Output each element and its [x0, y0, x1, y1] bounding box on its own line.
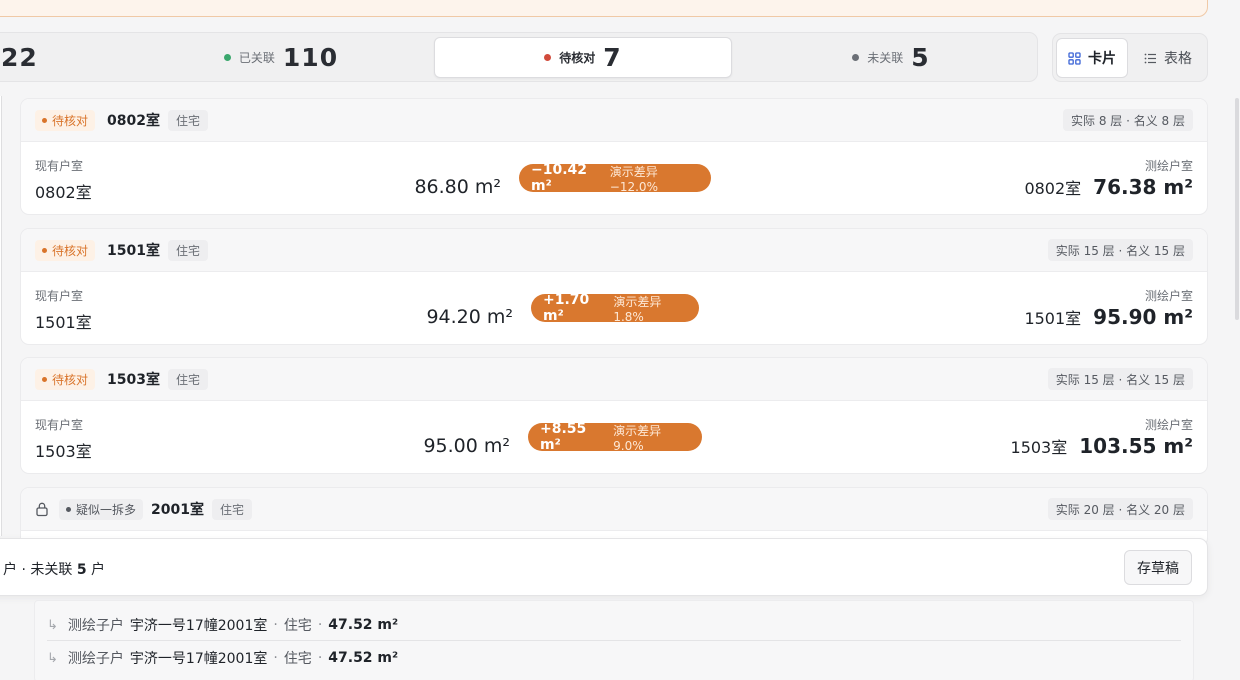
survey-room-value: 0802室 76.38 m²	[1024, 175, 1193, 199]
current-area: 94.20 m²	[426, 306, 513, 328]
survey-room-label: 测绘户室	[1144, 159, 1193, 173]
current-room-name: 0802室	[35, 183, 92, 202]
stat-pending-label: 待核对	[559, 51, 596, 65]
unlinked-dot-icon	[852, 53, 860, 61]
room-card-body: 现有户室 0802室 86.80 m² −10.42 m² 演示差异 −12.0%…	[21, 142, 1207, 214]
stat-pending-count: 7	[603, 43, 622, 72]
stat-pending[interactable]: 待核对 7	[434, 37, 732, 78]
divider	[47, 640, 1181, 641]
floor-badge: 实际 20 层 · 名义 20 层	[1047, 498, 1193, 520]
room-card[interactable]: 待核对 1501室 住宅 实际 15 层 · 名义 15 层 现有户室 1501…	[20, 228, 1208, 345]
room-card[interactable]: 待核对 0802室 住宅 实际 8 层 · 名义 8 层 现有户室 0802室 …	[20, 98, 1208, 215]
unlinked-summary: 户 · 未关联 5 户	[3, 562, 106, 578]
current-area: 95.00 m²	[423, 435, 510, 457]
room-type-tag: 住宅	[167, 109, 208, 131]
grid-icon	[1068, 51, 1081, 65]
table-view-button[interactable]: 表格	[1131, 38, 1205, 78]
save-draft-button[interactable]: 存草稿	[1124, 550, 1192, 585]
stat-unlinked-count: 5	[911, 42, 930, 72]
survey-room-label: 测绘户室	[1144, 289, 1193, 303]
room-card-body: 现有户室 1503室 95.00 m² +8.55 m² 演示差异 9.0% 测绘…	[21, 401, 1207, 473]
survey-room-value: 1503室 103.55 m²	[1010, 434, 1193, 458]
status-stats-bar: 22 已关联 110 待核对 7 未关联 5	[0, 32, 1038, 82]
survey-children-list: ↳ 测绘子户 宇济一号17幢2001室 · 住宅 · 47.52 m² ↳ 测绘…	[34, 600, 1194, 680]
stat-linked-label: 已关联	[238, 50, 275, 65]
room-title: 2001室	[151, 502, 204, 518]
area-diff-badge: +8.55 m² 演示差异 9.0%	[528, 421, 702, 453]
room-type-tag: 住宅	[167, 368, 208, 390]
current-area: 86.80 m²	[414, 176, 501, 198]
view-toggle: 卡片 表格	[1052, 33, 1208, 82]
room-card-header: 疑似一拆多 2001室 住宅 实际 20 层 · 名义 20 层	[21, 488, 1207, 531]
stat-total[interactable]: 22	[1, 33, 37, 81]
card-view-button[interactable]: 卡片	[1056, 38, 1128, 78]
bottom-action-bar: 户 · 未关联 5 户 存草稿	[0, 538, 1208, 596]
pending-dot-icon	[544, 54, 552, 61]
room-card-header: 待核对 1503室 住宅 实际 15 层 · 名义 15 层	[21, 358, 1207, 401]
stat-linked[interactable]: 已关联 110	[221, 33, 341, 81]
floor-badge: 实际 15 层 · 名义 15 层	[1047, 368, 1193, 390]
list-item[interactable]: ↳ 测绘子户 宇济一号17幢2001室 · 住宅 · 47.52 m²	[47, 609, 1181, 641]
survey-room-value: 1501室 95.90 m²	[1024, 305, 1193, 329]
current-room-label: 现有户室	[35, 289, 84, 303]
list-icon	[1144, 53, 1156, 63]
list-item[interactable]: ↳ 测绘子户 宇济一号17幢2001室 · 住宅 · 47.52 m²	[47, 642, 1181, 674]
scrollbar-thumb[interactable]	[1235, 98, 1239, 320]
notice-banner	[0, 0, 1208, 17]
room-type-tag: 住宅	[167, 239, 208, 261]
stat-total-count: 22	[1, 42, 38, 72]
area-diff-badge: −10.42 m² 演示差异 −12.0%	[519, 162, 711, 194]
current-room-label: 现有户室	[35, 418, 84, 432]
stat-unlinked-label: 未关联	[867, 50, 904, 65]
room-title: 1501室	[107, 243, 160, 259]
stat-linked-count: 110	[282, 42, 339, 72]
survey-room-label: 测绘户室	[1144, 418, 1193, 432]
card-view-label: 卡片	[1088, 51, 1116, 67]
room-title: 1503室	[107, 372, 160, 388]
room-card[interactable]: 待核对 1503室 住宅 实际 15 层 · 名义 15 层 现有户室 1503…	[20, 357, 1208, 474]
current-room-name: 1503室	[35, 442, 92, 461]
room-card-header: 待核对 0802室 住宅 实际 8 层 · 名义 8 层	[21, 99, 1207, 142]
room-type-tag: 住宅	[211, 498, 252, 520]
floor-badge: 实际 8 层 · 名义 8 层	[1063, 109, 1193, 131]
room-card-header: 待核对 1501室 住宅 实际 15 层 · 名义 15 层	[21, 229, 1207, 272]
sub-arrow-icon: ↳	[47, 617, 58, 633]
table-view-label: 表格	[1164, 51, 1192, 67]
room-card-body: 现有户室 1501室 94.20 m² +1.70 m² 演示差异 1.8% 测绘…	[21, 272, 1207, 344]
current-room-label: 现有户室	[35, 159, 84, 173]
status-badge: 待核对	[35, 239, 96, 261]
linked-dot-icon	[223, 53, 231, 61]
lock-icon	[36, 502, 48, 517]
room-title: 0802室	[107, 113, 160, 129]
area-diff-badge: +1.70 m² 演示差异 1.8%	[531, 292, 699, 324]
status-badge: 疑似一拆多	[59, 498, 144, 520]
status-badge: 待核对	[35, 109, 96, 131]
left-panel-edge	[0, 96, 2, 536]
floor-badge: 实际 15 层 · 名义 15 层	[1047, 239, 1193, 261]
status-badge: 待核对	[35, 368, 96, 390]
page-root: 22 已关联 110 待核对 7 未关联 5 卡片 表格 待核对 0802室 住…	[0, 0, 1240, 680]
current-room-name: 1501室	[35, 313, 92, 332]
stat-unlinked[interactable]: 未关联 5	[841, 33, 941, 81]
sub-arrow-icon: ↳	[47, 650, 58, 666]
